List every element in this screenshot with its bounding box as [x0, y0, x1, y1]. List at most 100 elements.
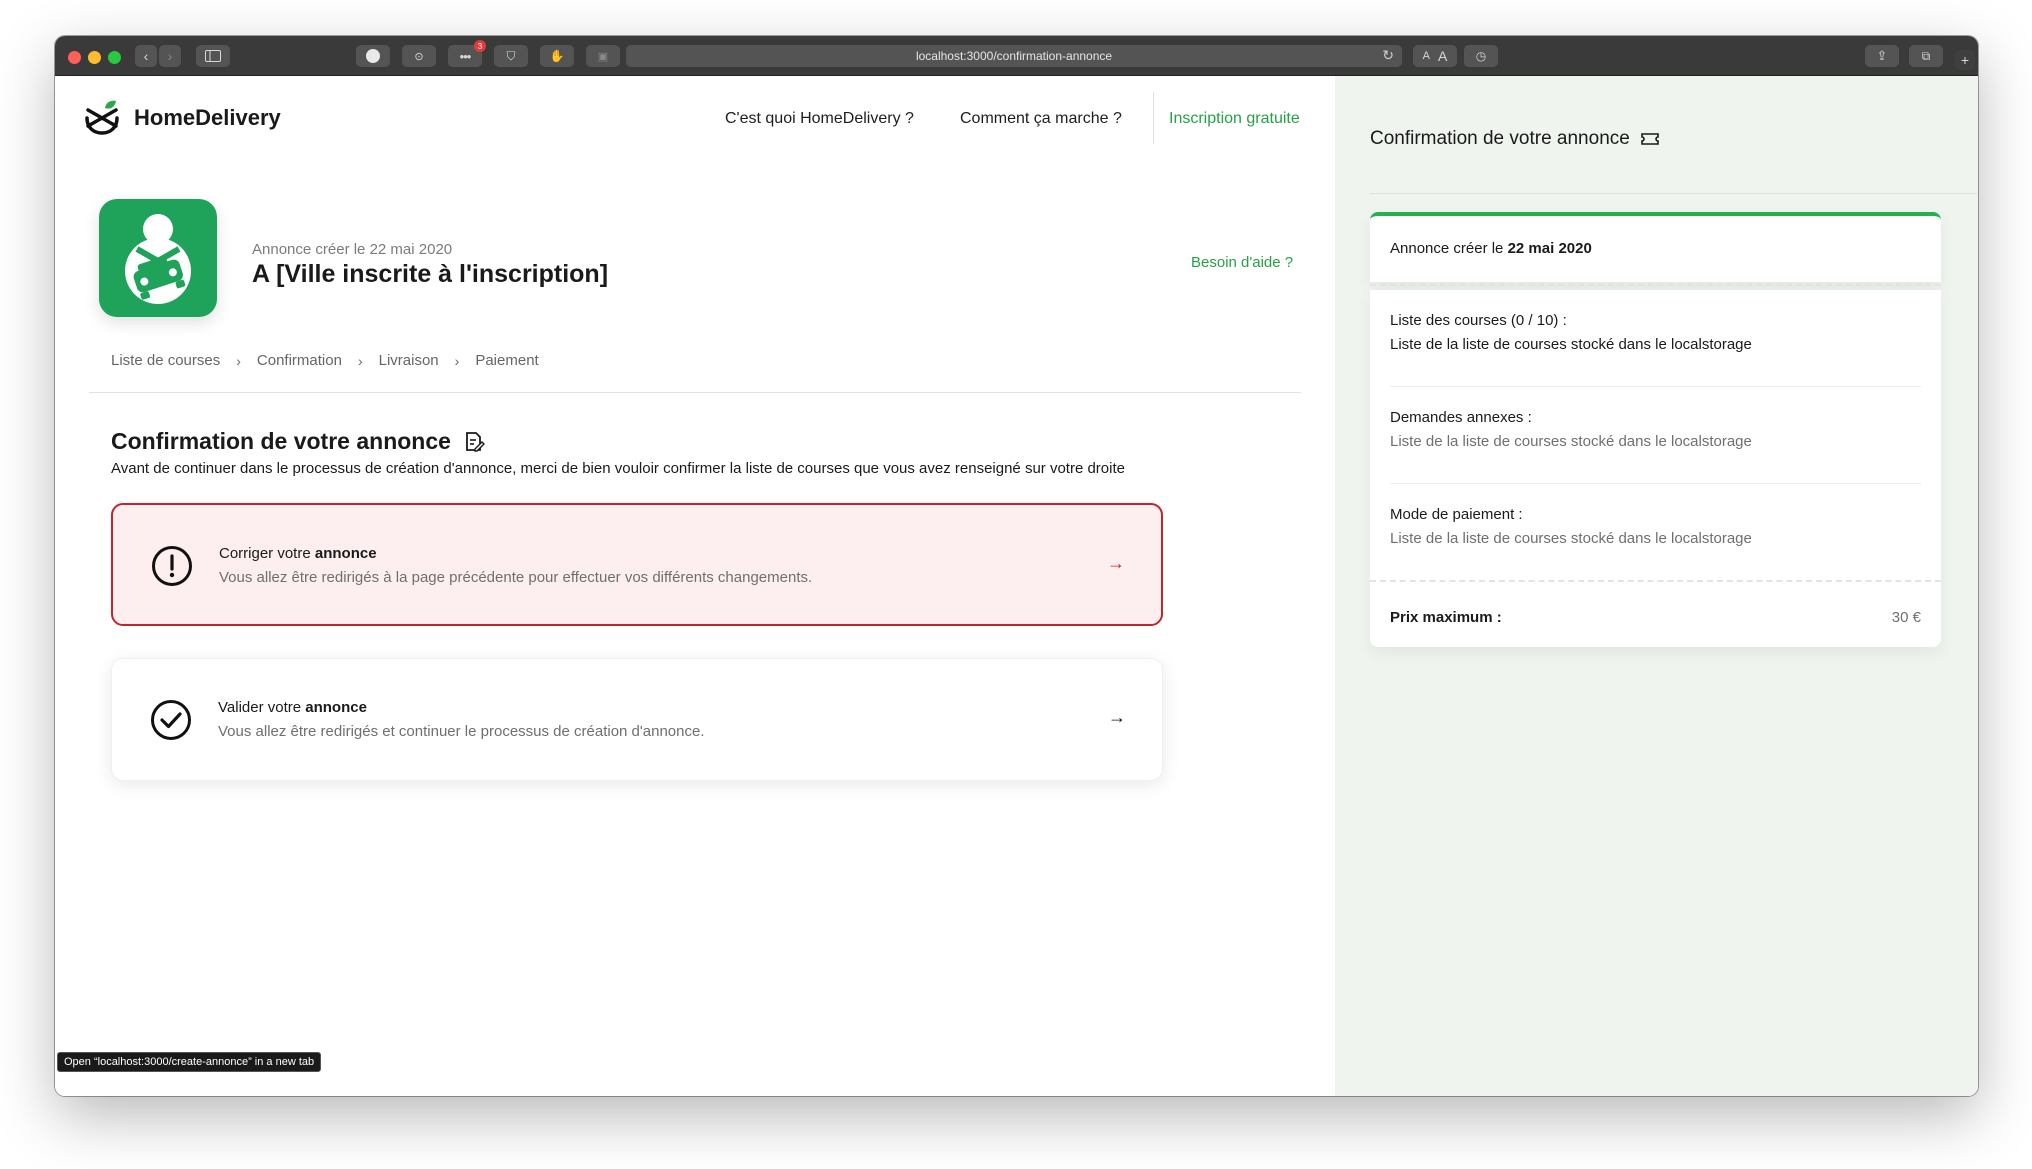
ticket-icon	[1641, 133, 1659, 145]
chevron-right-icon: ›	[454, 352, 460, 369]
grammarly-extension-button[interactable]	[356, 45, 390, 67]
delivery-person-icon	[125, 214, 191, 304]
summary-divider	[1370, 193, 1977, 194]
validate-card-description: Vous allez être redirigés et continuer l…	[218, 723, 705, 740]
validate-card-title-prefix: Valider votre	[218, 699, 302, 716]
dashed-divider	[1370, 284, 1941, 286]
arrow-right-icon: →	[1108, 707, 1126, 727]
tabs-overview-button[interactable]: ⧉	[1909, 45, 1943, 67]
section-title: Confirmation de votre annonce	[111, 428, 485, 455]
share-icon: ⇪	[1876, 48, 1888, 63]
dashed-divider	[1370, 580, 1941, 582]
forward-button[interactable]: ›	[159, 45, 181, 67]
brand-logo[interactable]: HomeDelivery	[82, 98, 281, 138]
play-circle-icon: ⊙	[414, 50, 424, 63]
document-edit-icon	[466, 431, 485, 452]
sidebar-toggle-button[interactable]	[196, 45, 230, 67]
link-status-bar: Open “localhost:3000/create-annonce” in …	[57, 1052, 322, 1072]
summary-created-value: 22 mai 2020	[1507, 240, 1592, 257]
annonce-date: Annonce créer le 22 mai 2020	[252, 241, 453, 258]
validate-annonce-card[interactable]: Valider votre annonce Vous allez être re…	[111, 658, 1163, 781]
more-extension-button[interactable]: ••• 3	[448, 40, 486, 67]
summary-title-text: Confirmation de votre annonce	[1370, 128, 1630, 149]
max-price-label: Prix maximum :	[1390, 609, 1502, 626]
breadcrumb-item-confirmation[interactable]: Confirmation	[257, 352, 342, 369]
reload-icon[interactable]: ↻	[1382, 47, 1394, 64]
screenshot-extension-button[interactable]: ▣	[586, 45, 620, 67]
row-divider	[1390, 386, 1921, 387]
section-subtitle: Avant de continuer dans le processus de …	[111, 460, 1125, 477]
nav-link-signup[interactable]: Inscription gratuite	[1169, 110, 1300, 128]
row-divider	[1390, 483, 1921, 484]
summary-panel: Confirmation de votre annonce Annonce cr…	[1335, 76, 1978, 1096]
chevron-right-icon: ›	[236, 352, 241, 369]
shield-icon: ⛉	[506, 48, 516, 63]
nav-divider	[1153, 92, 1154, 144]
summary-details-card: Liste des courses (0 / 10) : Liste de la…	[1370, 290, 1941, 647]
correct-annonce-card[interactable]: Corriger votre annonce Vous allez être r…	[111, 503, 1163, 626]
minimize-window-button[interactable]	[88, 51, 101, 64]
correct-card-title-prefix: Corriger votre	[219, 545, 311, 562]
text-smaller-label: A	[1422, 50, 1430, 62]
payment-mode-label: Mode de paiement :	[1390, 506, 1523, 523]
new-tab-button[interactable]: +	[1955, 50, 1975, 70]
person-extension-button[interactable]: ✋	[540, 45, 574, 67]
summary-created-prefix: Annonce créer le	[1390, 240, 1504, 257]
summary-created-card: Annonce créer le 22 mai 2020	[1370, 212, 1941, 282]
alert-circle-icon	[152, 546, 192, 586]
brand-name: HomeDelivery	[134, 105, 281, 130]
address-bar[interactable]: localhost:3000/confirmation-annonce ↻	[626, 45, 1402, 67]
clock-icon: ◷	[1475, 49, 1487, 63]
check-circle-icon	[151, 700, 191, 740]
chevron-left-icon: ‹	[143, 48, 149, 64]
sidebar-icon	[205, 50, 221, 62]
browser-toolbar: ‹ › ⊙ ••• 3 ⛉ ✋ ▣ localhost:3000/confirm…	[55, 36, 1978, 76]
close-window-button[interactable]	[68, 51, 81, 64]
shopping-list-value: Liste de la liste de courses stocké dans…	[1390, 336, 1752, 353]
tabs-icon: ⧉	[1921, 48, 1931, 63]
browser-window: ‹ › ⊙ ••• 3 ⛉ ✋ ▣ localhost:3000/confirm…	[55, 36, 1978, 1096]
more-dots-icon: •••	[459, 48, 472, 64]
share-button[interactable]: ⇪	[1865, 45, 1899, 67]
annonce-title: A [Ville inscrite à l'inscription]	[252, 260, 609, 288]
breadcrumb: Liste de courses › Confirmation › Livrai…	[111, 352, 539, 369]
help-link[interactable]: Besoin d'aide ?	[1191, 254, 1293, 271]
payment-mode-value: Liste de la liste de courses stocké dans…	[1390, 530, 1752, 547]
plus-icon: +	[1960, 52, 1970, 68]
nav-link-about[interactable]: C'est quoi HomeDelivery ?	[725, 110, 914, 128]
shield-extension-button[interactable]: ⛉	[494, 45, 528, 67]
chevron-right-icon: ›	[167, 48, 173, 64]
validate-card-title: Valider votre annonce	[218, 699, 367, 716]
text-larger-label: A	[1438, 48, 1448, 64]
screenshot-icon: ▣	[597, 50, 609, 63]
zoom-window-button[interactable]	[108, 51, 121, 64]
breadcrumb-item-shopping-list[interactable]: Liste de courses	[111, 352, 220, 369]
text-size-button[interactable]: A A	[1413, 45, 1457, 67]
summary-created-date: Annonce créer le 22 mai 2020	[1390, 240, 1592, 257]
homedelivery-logo-icon	[85, 100, 119, 135]
back-button[interactable]: ‹	[135, 45, 157, 67]
web-page: HomeDelivery C'est quoi HomeDelivery ? C…	[55, 76, 1978, 1096]
extra-requests-value: Liste de la liste de courses stocké dans…	[1390, 433, 1752, 450]
history-button[interactable]: ◷	[1464, 45, 1498, 67]
correct-card-description: Vous allez être redirigés à la page préc…	[219, 569, 813, 586]
section-title-text: Confirmation de votre annonce	[111, 428, 451, 454]
nav-link-how-it-works[interactable]: Comment ça marche ?	[960, 110, 1122, 128]
correct-card-title-bold: annonce	[314, 545, 377, 562]
url-text: localhost:3000/confirmation-annonce	[915, 49, 1113, 63]
annonce-avatar	[99, 199, 217, 317]
validate-card-title-bold: annonce	[305, 699, 367, 716]
arrow-right-icon: →	[1107, 553, 1125, 573]
media-extension-button[interactable]: ⊙	[402, 45, 436, 67]
shopping-list-label: Liste des courses (0 / 10) :	[1390, 312, 1567, 329]
summary-title: Confirmation de votre annonce	[1370, 128, 1660, 150]
person-icon: ✋	[549, 49, 565, 63]
breadcrumb-item-delivery[interactable]: Livraison	[379, 352, 439, 369]
chevron-right-icon: ›	[357, 352, 363, 369]
max-price-value: 30 €	[1891, 609, 1921, 626]
divider	[89, 392, 1301, 393]
extra-requests-label: Demandes annexes :	[1390, 409, 1532, 426]
correct-card-title: Corriger votre annonce	[219, 545, 377, 562]
breadcrumb-item-payment[interactable]: Paiement	[475, 352, 538, 369]
notification-badge: 3	[474, 40, 486, 52]
